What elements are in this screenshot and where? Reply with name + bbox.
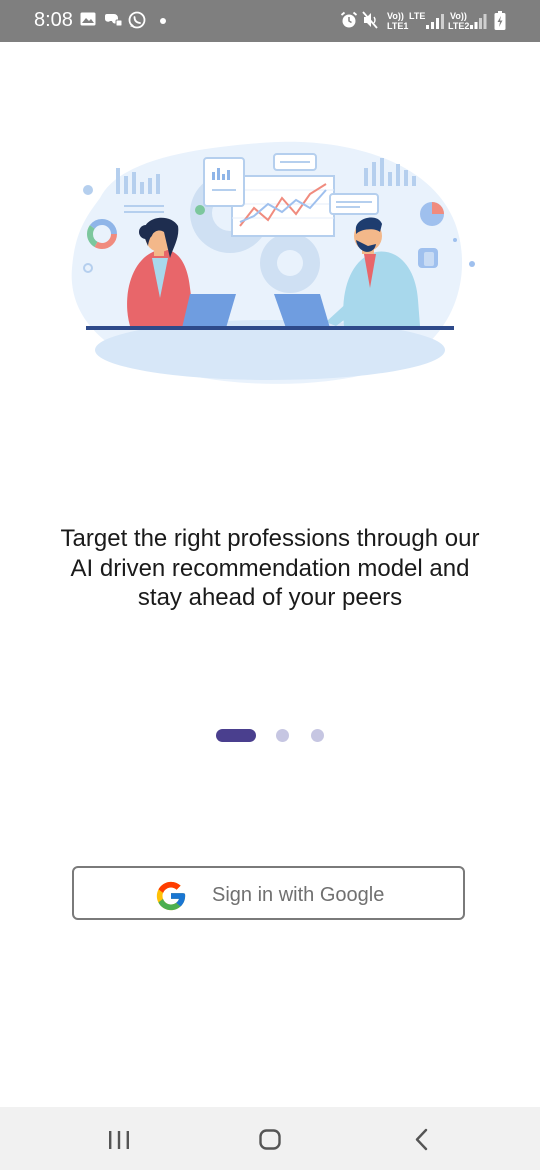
alarm-icon	[340, 11, 358, 28]
page-indicator-dot[interactable]	[276, 729, 289, 742]
sim1-volte: Vo))	[387, 11, 404, 21]
battery-icon	[494, 11, 506, 30]
notification-dot	[160, 18, 166, 24]
onboarding-illustration	[71, 141, 475, 384]
gallery-icon	[80, 12, 96, 26]
sim2-volte: Vo))	[450, 11, 467, 21]
sim2-label: LTE2	[448, 21, 470, 31]
home-button[interactable]	[240, 1119, 300, 1159]
back-icon	[415, 1128, 428, 1151]
signal-icon	[470, 14, 487, 29]
back-button[interactable]	[391, 1119, 451, 1159]
recent-apps-button[interactable]	[89, 1119, 149, 1159]
mute-icon	[362, 11, 378, 29]
page-indicator-dot-active[interactable]	[216, 729, 256, 742]
google-logo-icon	[156, 881, 186, 911]
sim1-lte: LTE	[409, 11, 426, 21]
onboarding-message: Target the right professions through our…	[60, 525, 480, 611]
google-signin-label: Sign in with Google	[212, 884, 385, 906]
status-time: 8:08	[34, 9, 73, 31]
navigation-bar	[0, 1107, 540, 1170]
page-indicator-dot[interactable]	[311, 729, 324, 742]
whatsapp-icon	[128, 11, 146, 29]
google-signin-button[interactable]: Sign in with Google	[72, 866, 465, 920]
signal-icon	[426, 14, 444, 29]
status-bar: 8:08 Vo)) LTE LTE1 Vo)) LTE2	[0, 0, 540, 42]
game-controller-icon	[105, 14, 122, 27]
home-icon	[259, 1129, 281, 1150]
recent-apps-icon	[109, 1131, 129, 1149]
sim1-label: LTE1	[387, 21, 409, 31]
